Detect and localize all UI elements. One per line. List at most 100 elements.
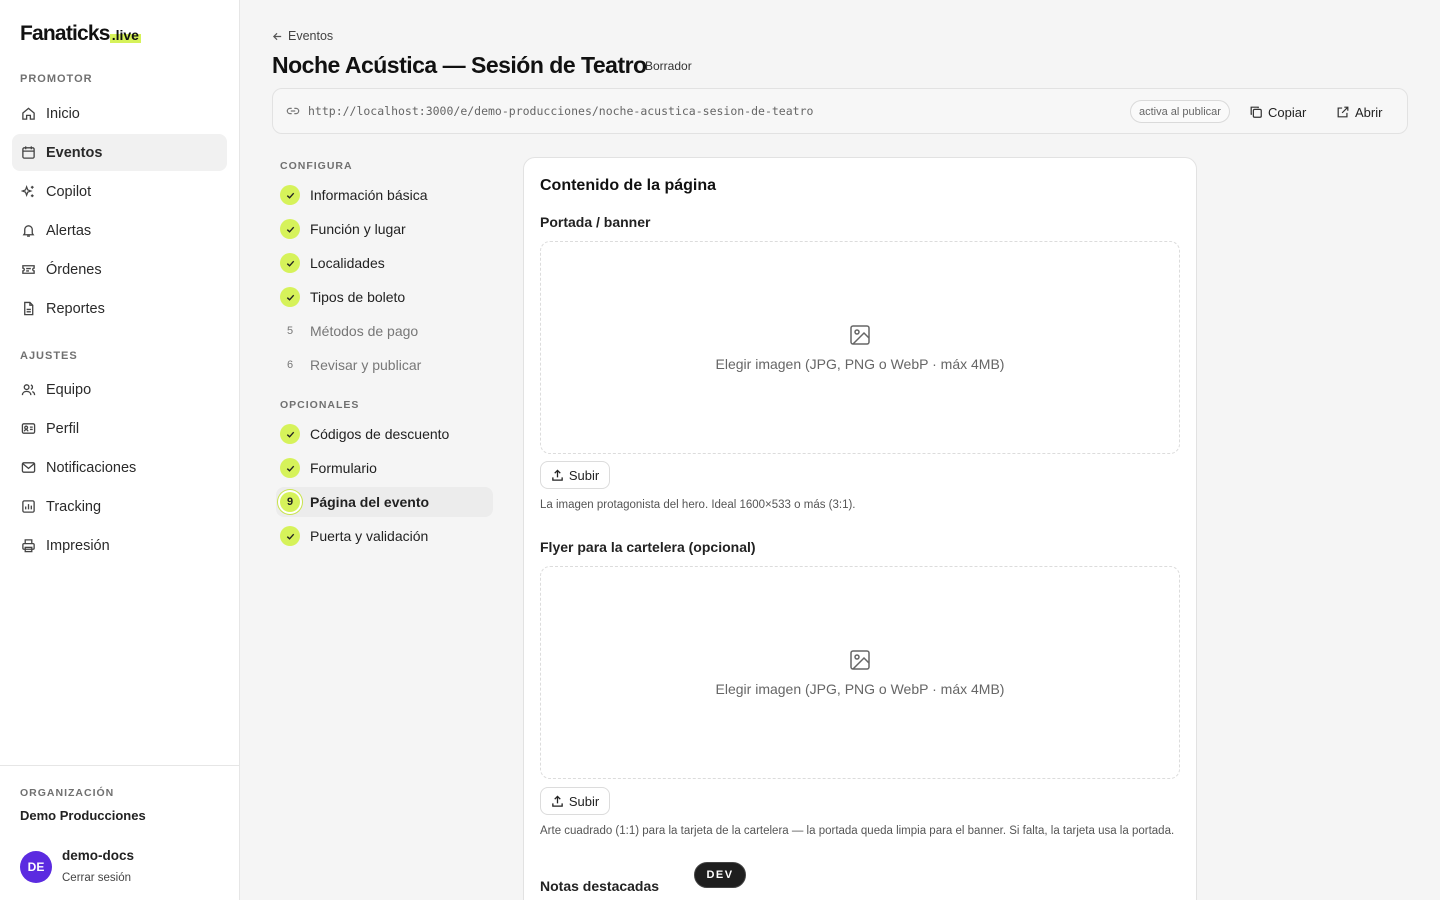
image-icon	[850, 325, 870, 345]
home-icon	[20, 106, 36, 122]
chart-icon	[20, 499, 36, 515]
nav-item-ordenes[interactable]: Órdenes	[12, 251, 227, 288]
arrow-left-icon	[272, 32, 282, 40]
nav-item-label: Notificaciones	[46, 459, 137, 476]
promoter-nav: Inicio Eventos Copilot Alertas Órdenes R…	[12, 95, 227, 329]
check-icon	[280, 185, 300, 205]
logout-link[interactable]: Cerrar sesión	[62, 872, 131, 884]
step-tipos-de-boleto[interactable]: Tipos de boleto	[276, 282, 493, 312]
upload-icon	[552, 794, 563, 807]
brand-logo[interactable]: Fanaticks .live	[20, 22, 141, 46]
org-name[interactable]: Demo Producciones	[20, 808, 146, 823]
org-label: ORGANIZACIÓN	[20, 787, 115, 799]
nav-item-alertas[interactable]: Alertas	[12, 212, 227, 249]
step-informacion-basica[interactable]: Información básica	[276, 180, 493, 210]
page-title: Noche Acústica — Sesión de Teatro	[272, 52, 647, 78]
copy-icon	[1250, 106, 1262, 118]
nav-item-label: Impresión	[46, 537, 110, 554]
section-label-settings: AJUSTES	[20, 350, 78, 362]
nav-item-perfil[interactable]: Perfil	[12, 410, 227, 447]
mail-icon	[20, 460, 36, 476]
nav-item-label: Alertas	[46, 222, 92, 239]
nav-item-copilot[interactable]: Copilot	[12, 173, 227, 210]
step-localidades[interactable]: Localidades	[276, 248, 493, 278]
nav-item-eventos[interactable]: Eventos	[12, 134, 227, 171]
calendar-icon	[20, 145, 36, 161]
check-icon	[280, 526, 300, 546]
nav-item-label: Tracking	[46, 498, 102, 515]
step-label: Formulario	[310, 460, 377, 476]
nav-item-reportes[interactable]: Reportes	[12, 290, 227, 327]
check-icon	[280, 219, 300, 239]
step-number: 6	[286, 359, 294, 371]
step-funcion-y-lugar[interactable]: Función y lugar	[276, 214, 493, 244]
step-number: 5	[286, 325, 294, 337]
back-link[interactable]: Eventos	[272, 29, 333, 43]
copy-url-button[interactable]: Copiar	[1249, 101, 1306, 123]
brand-name: Fanaticks	[20, 22, 110, 45]
step-formulario[interactable]: Formulario	[276, 453, 493, 483]
flyer-dropzone[interactable]: Elegir imagen (JPG, PNG o WebP · máx 4MB…	[540, 566, 1180, 779]
step-label: Revisar y publicar	[310, 357, 422, 373]
nav-item-label: Eventos	[46, 144, 103, 161]
status-badge: Borrador	[645, 59, 692, 73]
nav-item-equipo[interactable]: Equipo	[12, 371, 227, 408]
nav-item-label: Órdenes	[46, 261, 102, 278]
step-revisar-y-publicar[interactable]: 6 Revisar y publicar	[276, 350, 493, 380]
step-label: Función y lugar	[310, 221, 406, 237]
check-icon	[280, 424, 300, 444]
nav-item-tracking[interactable]: Tracking	[12, 488, 227, 525]
step-label: Puerta y validación	[310, 528, 429, 544]
avatar[interactable]: DE	[20, 851, 52, 883]
step-label: Tipos de boleto	[310, 289, 406, 305]
nav-item-label: Reportes	[46, 300, 105, 317]
steps-label-configure: CONFIGURA	[280, 160, 353, 172]
open-url-label: Abrir	[1355, 104, 1383, 120]
step-number: 9	[280, 492, 300, 512]
flyer-upload-label: Subir	[568, 793, 600, 809]
brand-suffix: .live	[109, 27, 141, 43]
image-icon	[850, 650, 870, 670]
banner-dropzone-text: Elegir imagen (JPG, PNG o WebP · máx 4MB…	[715, 356, 1005, 372]
check-icon	[280, 458, 300, 478]
settings-nav: Equipo Perfil Notificaciones Tracking Im…	[12, 371, 227, 566]
link-icon	[286, 104, 300, 118]
banner-label: Portada / banner	[540, 214, 651, 230]
nav-item-impresion[interactable]: Impresión	[12, 527, 227, 564]
user-name: demo-docs	[62, 848, 135, 863]
step-metodos-de-pago[interactable]: 5 Métodos de pago	[276, 316, 493, 346]
step-codigos-de-descuento[interactable]: Códigos de descuento	[276, 419, 493, 449]
nav-item-label: Perfil	[46, 420, 80, 437]
step-puerta-y-validacion[interactable]: Puerta y validación	[276, 521, 493, 551]
file-icon	[20, 301, 36, 317]
external-link-icon	[1337, 106, 1349, 118]
banner-upload-button[interactable]: Subir	[540, 461, 610, 489]
bell-icon	[20, 223, 36, 239]
id-card-icon	[20, 421, 36, 437]
step-label: Página del evento	[310, 494, 430, 510]
step-label: Información básica	[310, 187, 428, 203]
card-title: Contenido de la página	[540, 177, 717, 194]
step-label: Localidades	[310, 255, 385, 271]
upload-icon	[552, 468, 563, 481]
step-label: Métodos de pago	[310, 323, 419, 339]
section-label-promoter: PROMOTOR	[20, 73, 93, 85]
steps-label-optional: OPCIONALES	[280, 399, 360, 411]
nav-item-inicio[interactable]: Inicio	[12, 95, 227, 132]
flyer-upload-button[interactable]: Subir	[540, 787, 610, 815]
check-icon	[280, 253, 300, 273]
banner-dropzone[interactable]: Elegir imagen (JPG, PNG o WebP · máx 4MB…	[540, 241, 1180, 454]
printer-icon	[20, 538, 36, 554]
sidebar: Fanaticks .live PROMOTOR Inicio Eventos C…	[0, 0, 240, 900]
step-pagina-del-evento[interactable]: 9 Página del evento	[276, 487, 493, 517]
public-url[interactable]: http://localhost:3000/e/demo-produccione…	[308, 104, 813, 118]
open-url-button[interactable]: Abrir	[1336, 101, 1382, 123]
flyer-label: Flyer para la cartelera (opcional)	[540, 539, 756, 555]
page-content-card: Contenido de la página Portada / banner …	[523, 157, 1197, 900]
flyer-help-text: Arte cuadrado (1:1) para la tarjeta de l…	[540, 825, 1175, 837]
sidebar-footer: ORGANIZACIÓN Demo Producciones DE demo-d…	[0, 765, 239, 900]
nav-item-notificaciones[interactable]: Notificaciones	[12, 449, 227, 486]
nav-item-label: Copilot	[46, 183, 92, 200]
flyer-dropzone-text: Elegir imagen (JPG, PNG o WebP · máx 4MB…	[715, 681, 1005, 697]
dev-badge[interactable]: DEV	[694, 862, 746, 888]
